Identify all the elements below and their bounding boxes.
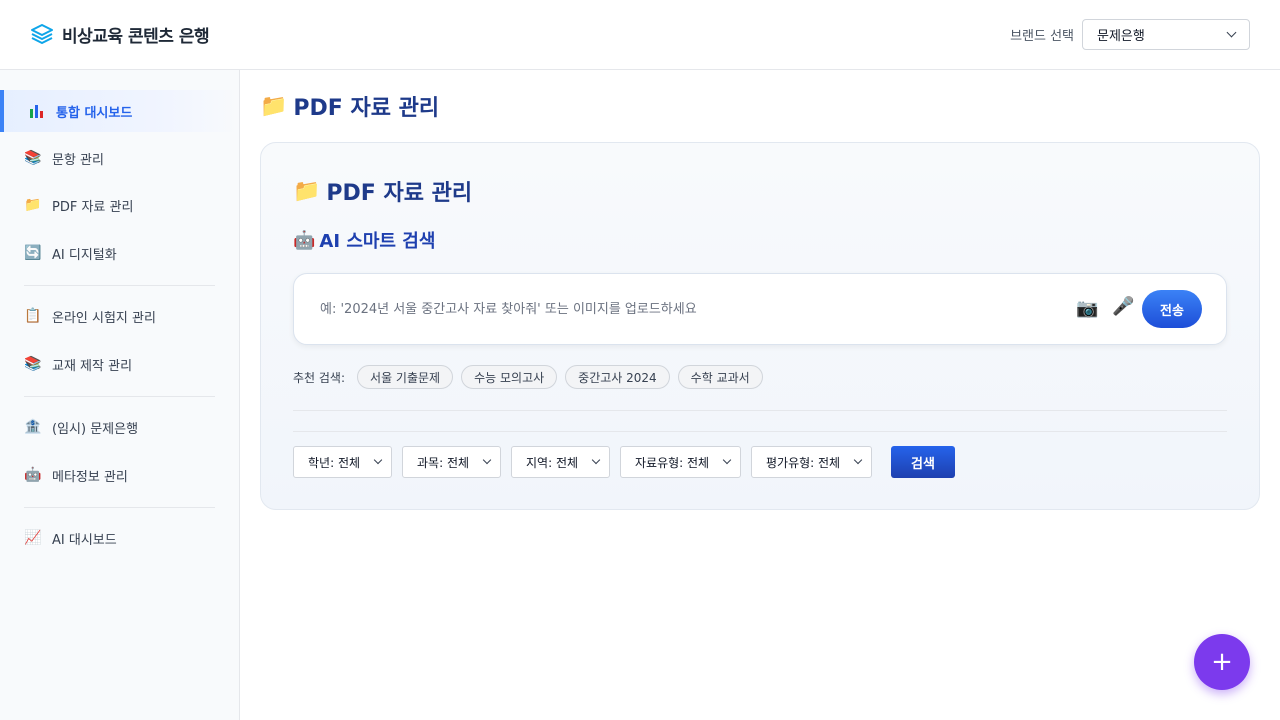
- suggest-label: 추천 검색:: [293, 370, 346, 385]
- ai-search-title-text: AI 스마트 검색: [319, 231, 436, 252]
- divider: [293, 431, 1227, 432]
- sidebar-item-ai-digitize[interactable]: 🔄 AI 디지털화: [0, 232, 239, 274]
- sidebar-item-ai-dashboard[interactable]: 📈 AI 대시보드: [0, 517, 239, 559]
- suggestion-chip[interactable]: 수능 모의고사: [461, 365, 558, 389]
- page-title-text: PDF 자료 관리: [293, 96, 440, 121]
- layers-icon: [30, 20, 54, 48]
- microphone-icon[interactable]: 🎤: [1112, 296, 1134, 317]
- sidebar-item-question-bank[interactable]: 🏦 (임시) 문제은행: [0, 406, 239, 448]
- folder-icon: 📁: [24, 197, 42, 213]
- sidebar-item-online-exam[interactable]: 📋 온라인 시험지 관리: [0, 295, 239, 337]
- sidebar-item-label: 문항 관리: [52, 152, 104, 168]
- logo[interactable]: 비상교육 콘텐츠 은행: [30, 20, 210, 48]
- sidebar-item-label: PDF 자료 관리: [52, 199, 134, 215]
- robot-icon: 🤖: [24, 467, 42, 483]
- chevron-down-icon: [591, 455, 601, 465]
- sidebar-item-textbook[interactable]: 📚 교재 제작 관리: [0, 343, 239, 385]
- suggestion-chip[interactable]: 서울 기출문제: [357, 365, 454, 389]
- chevron-down-icon: [482, 455, 492, 465]
- sidebar: 통합 대시보드 📚 문항 관리 📁 PDF 자료 관리 🔄 AI 디지털화 📋 …: [0, 70, 240, 720]
- filter-value: 학년: 전체: [308, 455, 361, 470]
- sidebar-item-label: 온라인 시험지 관리: [52, 310, 156, 326]
- clipboard-icon: 📋: [24, 308, 42, 324]
- divider: [293, 410, 1227, 411]
- robot-icon: 🤖: [293, 229, 316, 251]
- sidebar-item-label: AI 디지털화: [52, 247, 117, 263]
- sidebar-divider: [24, 396, 215, 397]
- bank-icon: 🏦: [24, 419, 42, 435]
- brand-selector: 브랜드 선택 문제은행: [1010, 19, 1250, 50]
- books-icon: 📚: [24, 150, 42, 166]
- sidebar-item-label: 교재 제작 관리: [52, 358, 133, 374]
- sidebar-item-label: (임시) 문제은행: [52, 421, 139, 437]
- chart-up-icon: 📈: [24, 530, 42, 546]
- sidebar-divider: [24, 507, 215, 508]
- assessment-type-filter[interactable]: 평가유형: 전체: [751, 446, 872, 478]
- filter-value: 자료유형: 전체: [635, 455, 710, 470]
- camera-icon[interactable]: 📷: [1076, 298, 1098, 319]
- app-header: 비상교육 콘텐츠 은행 브랜드 선택 문제은행: [0, 0, 1280, 70]
- sidebar-item-metadata[interactable]: 🤖 메타정보 관리: [0, 454, 239, 496]
- chevron-down-icon: [722, 455, 732, 465]
- brand-select-value: 문제은행: [1097, 29, 1145, 44]
- filter-bar: 학년: 전체 과목: 전체 지역: 전체 자료유형: 전체 평가유형: 전체: [293, 446, 872, 478]
- suggestion-chip[interactable]: 중간고사 2024: [565, 365, 670, 389]
- subject-filter[interactable]: 과목: 전체: [402, 446, 501, 478]
- filter-value: 평가유형: 전체: [766, 455, 841, 470]
- suggested-searches: 추천 검색: 서울 기출문제 수능 모의고사 중간고사 2024 수학 교과서: [293, 365, 763, 389]
- chevron-down-icon: [373, 455, 383, 465]
- sidebar-item-dashboard[interactable]: 통합 대시보드: [0, 90, 239, 132]
- card-title: 📁 PDF 자료 관리: [293, 175, 472, 207]
- brand-label: 브랜드 선택: [1010, 29, 1074, 44]
- search-input[interactable]: 예: '2024년 서울 중간고사 자료 찾아줘' 또는 이미지를 업로드하세요: [320, 298, 1020, 317]
- sidebar-item-pdf[interactable]: 📁 PDF 자료 관리: [0, 184, 239, 226]
- filter-value: 지역: 전체: [526, 455, 579, 470]
- material-type-filter[interactable]: 자료유형: 전체: [620, 446, 741, 478]
- grade-filter[interactable]: 학년: 전체: [293, 446, 392, 478]
- chevron-down-icon: [1226, 27, 1237, 38]
- refresh-icon: 🔄: [24, 245, 42, 261]
- chevron-down-icon: [853, 455, 863, 465]
- sidebar-item-label: 통합 대시보드: [56, 105, 133, 121]
- brand-select[interactable]: 문제은행: [1082, 19, 1250, 50]
- chart-bar-icon: [28, 102, 46, 120]
- add-fab-button[interactable]: +: [1194, 634, 1250, 690]
- search-button[interactable]: 검색: [891, 446, 955, 478]
- sidebar-item-label: 메타정보 관리: [52, 469, 128, 485]
- pdf-management-card: 📁 PDF 자료 관리 🤖 AI 스마트 검색 예: '2024년 서울 중간고…: [260, 142, 1260, 510]
- send-button[interactable]: 전송: [1142, 290, 1202, 328]
- ai-search-box[interactable]: 예: '2024년 서울 중간고사 자료 찾아줘' 또는 이미지를 업로드하세요…: [293, 273, 1227, 345]
- suggestion-chip[interactable]: 수학 교과서: [677, 365, 763, 389]
- books-icon: 📚: [24, 356, 42, 372]
- page-title: 📁 PDF 자료 관리: [260, 90, 439, 122]
- ai-search-title: 🤖 AI 스마트 검색: [293, 227, 435, 253]
- filter-value: 과목: 전체: [417, 455, 470, 470]
- folder-icon: 📁: [293, 178, 321, 204]
- sidebar-item-items[interactable]: 📚 문항 관리: [0, 137, 239, 179]
- folder-icon: 📁: [260, 93, 288, 119]
- app-title: 비상교육 콘텐츠 은행: [62, 26, 210, 47]
- region-filter[interactable]: 지역: 전체: [511, 446, 610, 478]
- sidebar-item-label: AI 대시보드: [52, 532, 117, 548]
- card-title-text: PDF 자료 관리: [326, 181, 473, 206]
- sidebar-divider: [24, 285, 215, 286]
